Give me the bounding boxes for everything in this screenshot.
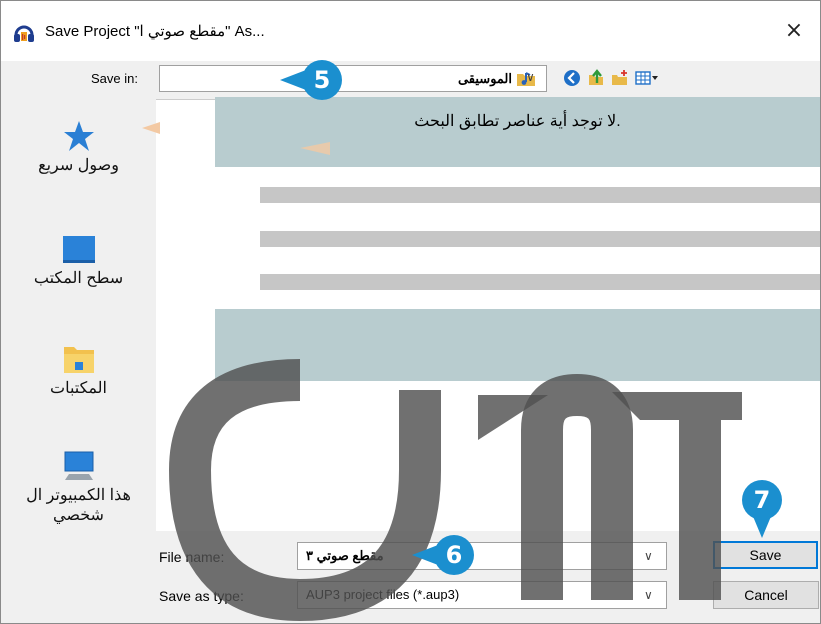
chevron-down-icon: ∨ [526,70,535,84]
callout-pointer [280,70,306,90]
placeholder-line [260,231,820,247]
save-as-type-value: AUP3 project files (*.aup3) [306,587,460,602]
star-icon [63,121,94,151]
file-name-input[interactable]: مقطع صوتي ٣ ∨ [297,542,667,570]
file-name-value: مقطع صوتي ٣ [306,548,384,563]
close-button[interactable]: × [782,19,806,43]
sidebar-item-label: سطح المكتب [33,270,124,287]
placeholder-block [215,309,820,381]
callout-pointer [752,514,772,538]
back-arrow-icon[interactable] [563,69,581,87]
sidebar-item-desktop[interactable]: سطح المكتب [1,232,156,289]
up-folder-icon[interactable] [587,69,605,87]
file-name-label: File name: [159,549,225,565]
sidebar-item-label: المكتبات [50,380,107,397]
chevron-down-icon[interactable]: ∨ [644,549,653,563]
save-in-value: الموسيقى [457,71,512,86]
save-project-dialog: Save Project "مقطع صوتي ا" As... × Save … [0,0,821,624]
step-6-callout: 6 [434,535,474,575]
sidebar-item-quick-access[interactable]: وصول سريع [1,119,156,176]
window-title: Save Project "مقطع صوتي ا" As... [45,23,265,40]
save-in-label: Save in: [91,71,138,86]
empty-message-banner: .لا توجد أية عناصر تطابق البحث [215,97,820,167]
save-in-dropdown[interactable]: الموسيقى ∨ [159,65,547,92]
sidebar-item-libraries[interactable]: المكتبات [1,342,156,399]
sidebar-item-this-pc[interactable]: هذا الكمبيوتر ال شخصي [1,449,156,526]
save-as-type-dropdown[interactable]: AUP3 project files (*.aup3) ∨ [297,581,667,609]
sidebar-item-label: وصول سريع [38,157,119,174]
placeholder-line [260,274,820,290]
empty-folder-message: .لا توجد أية عناصر تطابق البحث [414,113,621,130]
cancel-button[interactable]: Cancel [713,581,819,609]
save-as-type-label: Save as type: [159,588,244,604]
new-folder-icon[interactable] [611,69,629,87]
libraries-folder-icon [63,347,94,373]
save-button[interactable]: Save [713,541,818,569]
title-bar: Save Project "مقطع صوتي ا" As... × [1,1,820,61]
audacity-headphones-icon [14,25,34,42]
view-menu-icon[interactable] [635,69,659,87]
computer-icon [64,451,93,480]
placeholder-line [260,187,820,203]
callout-pointer [412,545,438,565]
chevron-down-icon: ∨ [644,588,653,602]
sidebar-item-label: هذا الكمبيوتر ال شخصي [26,487,131,524]
desktop-icon [62,236,95,263]
step-5-callout: 5 [302,60,342,100]
